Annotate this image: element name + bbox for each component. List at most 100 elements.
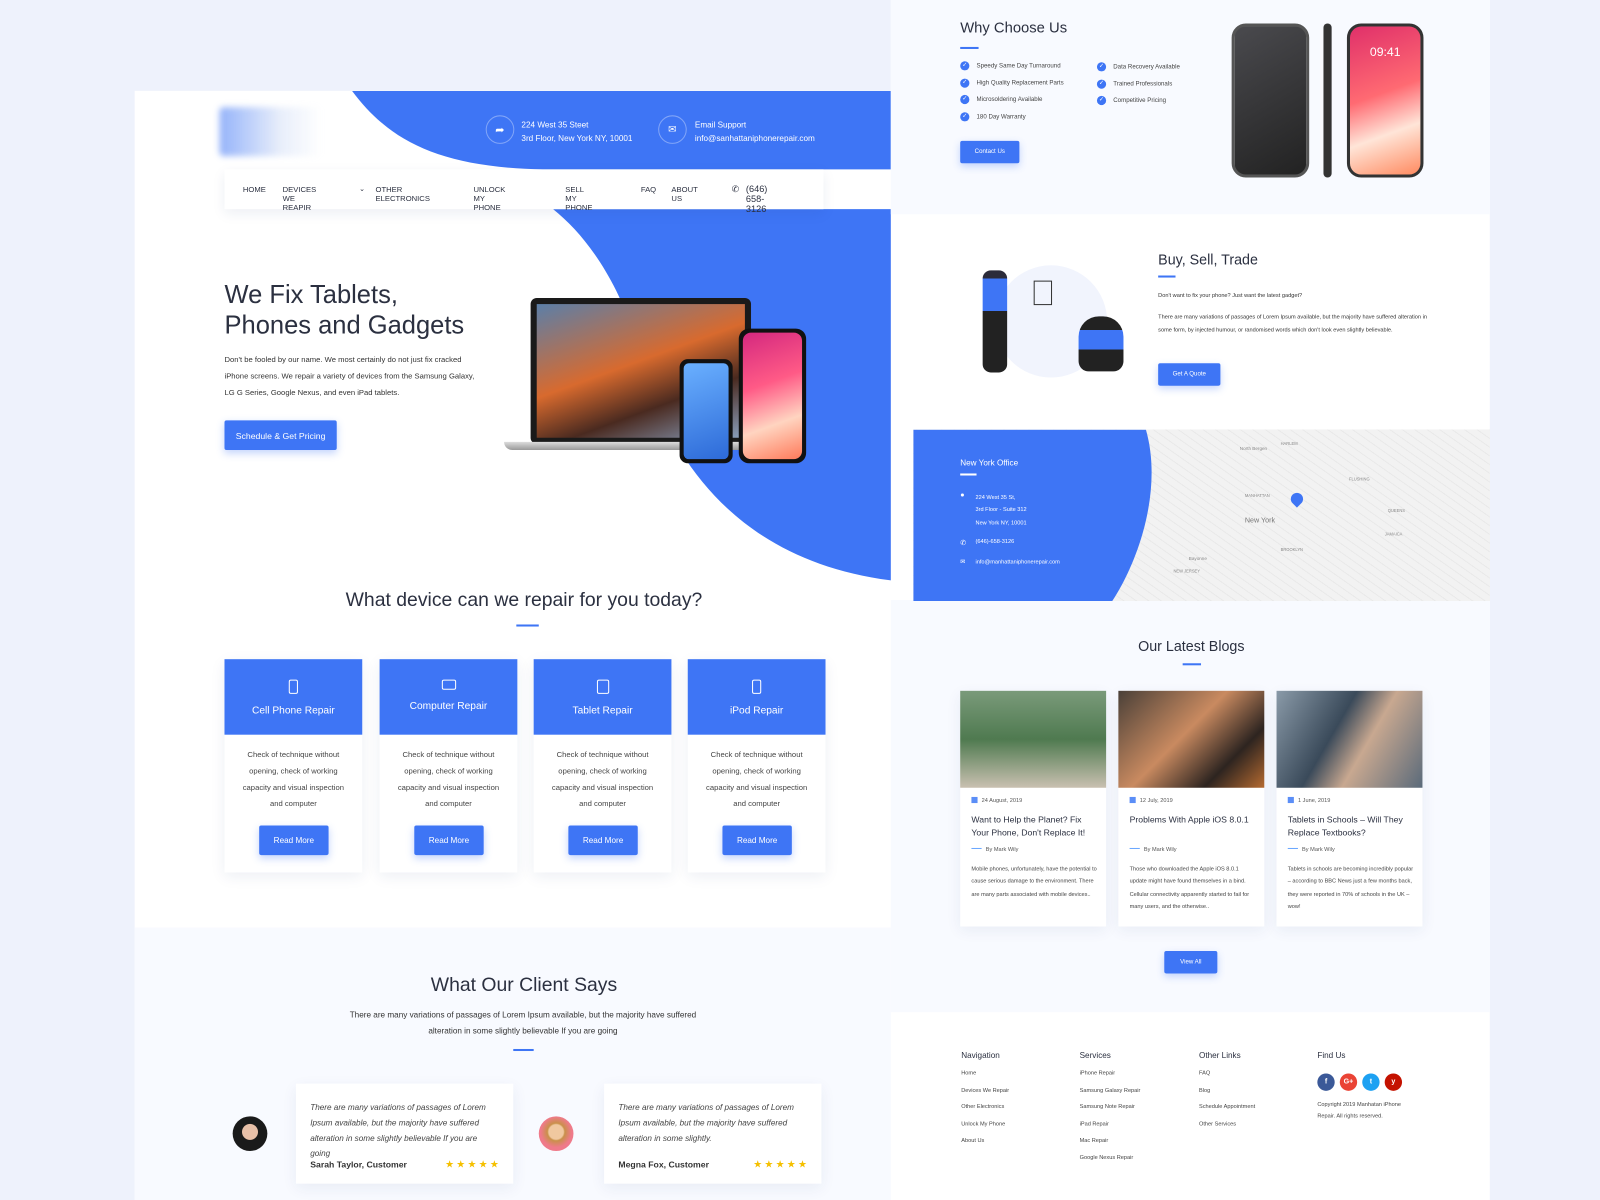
contact-us-button[interactable]: Contact Us [960,140,1020,164]
blog-excerpt: Tablets in schools are becoming incredib… [1287,866,1414,911]
office-email[interactable]: info@manhattaniphonerepair.com [976,559,1060,565]
phone-icon: ✆ [960,539,967,547]
testimonial-text: There are many variations of passages of… [618,1103,794,1143]
footer-link[interactable]: Google Nexus Repair [1080,1155,1141,1161]
footer-link[interactable]: Samsung Galaxy Repair [1080,1087,1141,1093]
card-text: Check of technique without opening, chec… [705,749,808,809]
testimonial-author: Sarah Taylor, Customer [310,1159,407,1170]
blogs-title: Our Latest Blogs [1138,637,1245,655]
footer-link[interactable]: Devices We Repair [961,1087,1009,1093]
nav-phone[interactable]: (646) 658-3126 [746,184,767,215]
footer-link[interactable]: Other Electronics [961,1104,1009,1110]
nav-faq[interactable]: FAQ [641,185,656,194]
footer-link[interactable]: Samsung Note Repair [1080,1104,1141,1110]
blog-card[interactable]: 1 June, 2019 Tablets in Schools – Will T… [1276,690,1423,927]
logo[interactable] [219,107,322,157]
calendar-icon [971,796,978,804]
why-title: Why Choose Us [960,20,1068,37]
star-rating-icon: ★★★★★ [445,1159,502,1171]
phone-icon: ✆ [731,183,740,194]
card-text: Check of technique without opening, chec… [242,749,344,809]
read-more-button[interactable]: Read More [722,825,792,856]
card-text: Check of technique without opening, chec… [551,749,654,809]
office-info: New York Office ● 224 West 35 St, 3rd Flo… [960,458,1060,566]
get-quote-button[interactable]: Get A Quote [1158,363,1221,386]
email-link[interactable]: info@sanhattaniphonerepair.com [695,134,815,143]
tablet-icon [596,679,609,694]
blog-image [960,690,1107,788]
blog-image [1276,690,1423,788]
feature-item: ✓ 180 Day Warranty [960,112,1026,122]
nav-other-electronics[interactable]: OTHER ELECTRONICS [376,185,430,203]
calendar-icon [1287,796,1294,804]
office-phone[interactable]: (646)-658-3126 [976,539,1015,545]
feature-item: ✓ Data Recovery Available [1096,62,1180,72]
testimonials-title: What Our Client Says [430,974,618,996]
nav-about[interactable]: ABOUT US [671,185,697,203]
testimonial-card: There are many variations of passages of… [295,1083,514,1184]
address-line1: 224 West 35 Steet [521,120,589,130]
blog-image [1118,690,1265,788]
ipod-icon [752,679,762,694]
google-plus-icon[interactable]: G+ [1339,1073,1358,1091]
footer-link[interactable]: iPhone Repair [1080,1070,1141,1076]
envelope-icon: ✉ [960,559,966,566]
footer-other-links: Other Links FAQ Blog Schedule Appointmen… [1198,1051,1256,1128]
phone-icon [288,679,298,694]
nav-devices[interactable]: DEVICES WE REAPIR [283,185,317,213]
card-title: Computer Repair [409,701,488,713]
blog-card[interactable]: 24 August, 2019 Want to Help the Planet?… [960,690,1107,927]
footer-link[interactable]: FAQ [1199,1070,1255,1076]
nav-home[interactable]: HOME [243,185,266,194]
trade-text: There are many variations of passages of… [1158,314,1427,334]
feature-item: ✓ Competitive Pricing [1096,95,1166,106]
footer-link[interactable]: iPad Repair [1080,1121,1141,1127]
blog-card[interactable]: 12 July, 2019 Problems With Apple iOS 8.… [1118,690,1265,927]
hero-text: Don't be fooled by our name. We most cer… [224,355,475,397]
office-title: New York Office [960,458,1019,468]
blog-title[interactable]: Problems With Apple iOS 8.0.1 [1130,813,1257,826]
footer-link[interactable]: Unlock My Phone [961,1121,1009,1127]
yelp-icon[interactable]: y [1384,1073,1403,1091]
share-arrow-icon: ➦ [485,115,515,144]
location-pin-icon: ● [960,491,965,499]
footer-link[interactable]: Other Services [1199,1121,1255,1127]
testimonial-text: There are many variations of passages of… [310,1103,486,1159]
device-card-cell-phone: Cell Phone Repair Check of technique wit… [224,659,363,873]
footer-link[interactable]: Blog [1199,1087,1255,1093]
trade-title: Buy, Sell, Trade [1158,251,1258,268]
read-more-button[interactable]: Read More [259,825,329,856]
chevron-down-icon[interactable]: ⌄ [359,185,365,193]
facebook-icon[interactable]: f [1317,1073,1335,1091]
star-rating-icon: ★★★★★ [753,1159,810,1171]
card-title: Cell Phone Repair [251,705,335,717]
blog-title[interactable]: Tablets in Schools – Will They Replace T… [1288,813,1415,840]
twitter-icon[interactable]: t [1362,1073,1380,1091]
devices-title: What device can we repair for you today? [345,589,703,612]
footer-link[interactable]: About Us [961,1138,1009,1144]
footer-link[interactable]: Schedule Appointment [1199,1104,1255,1110]
blog-title[interactable]: Want to Help the Planet? Fix Your Phone,… [971,813,1098,840]
device-card-tablet: Tablet Repair Check of technique without… [533,659,672,873]
hero-title: We Fix Tablets, Phones and Gadgets [224,280,464,341]
view-all-button[interactable]: View All [1164,951,1218,974]
footer-find-us: Find Us f G+ t y Copyright 2019 Manhatan iP… [1317,1051,1409,1122]
testimonial-author: Megna Fox, Customer [618,1159,709,1170]
nav-unlock[interactable]: UNLOCK MY PHONE [473,185,505,213]
footer-link[interactable]: Home [961,1070,1009,1076]
feature-item: ✓ Trained Professionals [1096,79,1172,89]
device-card-ipod: iPod Repair Check of technique without o… [687,659,826,873]
map-pin-icon[interactable] [1288,490,1306,508]
testimonial-card: There are many variations of passages of… [604,1083,822,1184]
hero-title-line1: We Fix Tablets, [224,280,398,310]
read-more-button[interactable]: Read More [414,825,484,856]
device-card-computer: Computer Repair Check of technique witho… [379,659,518,873]
schedule-pricing-button[interactable]: Schedule & Get Pricing [224,420,337,450]
feature-item: ✓ Microsoldering Available [960,94,1042,105]
address-line2: 3rd Floor, New York NY, 10001 [521,133,633,143]
nav-sell[interactable]: SELL MY PHONE [565,185,592,213]
read-more-button[interactable]: Read More [568,825,638,856]
hero-title-line2: Phones and Gadgets [224,311,465,340]
phone-clock: 09:41 [1369,44,1401,60]
footer-link[interactable]: Mac Repair [1080,1138,1141,1144]
